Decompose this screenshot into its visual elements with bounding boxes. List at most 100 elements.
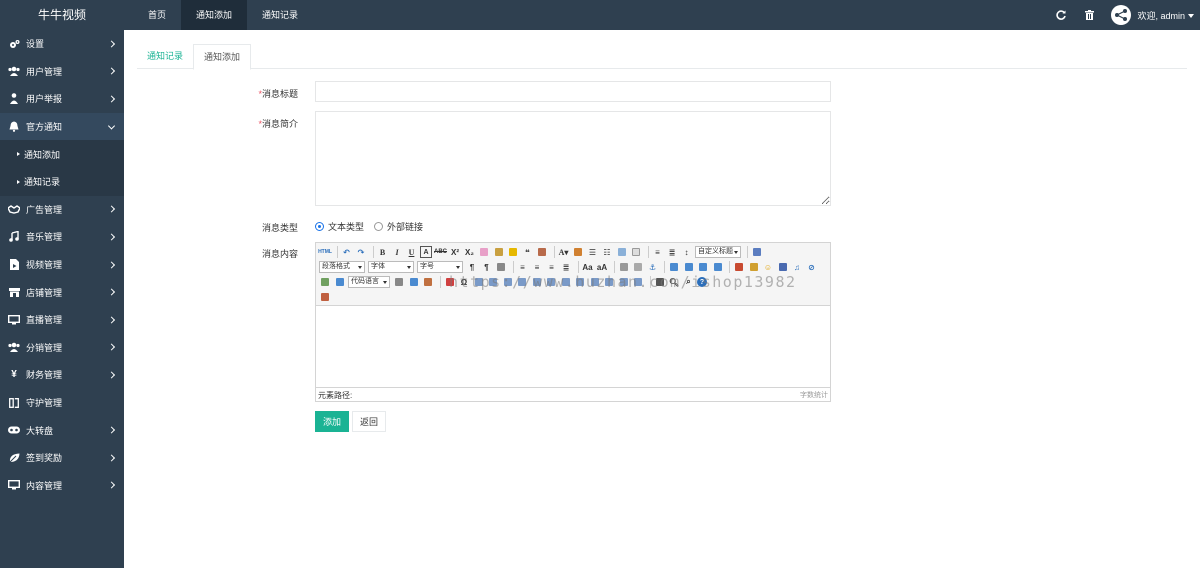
font-size-select[interactable]: 字号 [417, 261, 463, 273]
sidebar-item-videos[interactable]: 视频管理 [0, 251, 124, 279]
radio-external-link[interactable] [374, 222, 384, 231]
eraser-icon[interactable] [478, 246, 490, 258]
image-none-icon[interactable] [668, 261, 680, 273]
sidebar-item-checkin[interactable]: 签到奖励 [0, 444, 124, 472]
music-icon [8, 231, 20, 243]
simple-upload-icon[interactable] [733, 261, 745, 273]
tab-notice-records[interactable]: 通知记录 [137, 44, 193, 69]
image-right-icon[interactable] [697, 261, 709, 273]
main-content: 通知记录 通知添加 *消息标题 *消息简介 消息类型 文本类型 外部链接 消息内… [124, 30, 1200, 568]
sidebar-item-music[interactable]: 音乐管理 [0, 223, 124, 251]
clear-doc-icon[interactable] [630, 246, 642, 258]
emotion-icon[interactable]: ☺ [762, 261, 774, 273]
insert-video-icon[interactable] [777, 261, 789, 273]
trash-icon[interactable] [1075, 0, 1103, 30]
italic-icon[interactable]: I [391, 246, 403, 258]
unordered-list-icon[interactable]: ☷ [601, 246, 613, 258]
sidebar-item-ads[interactable]: 广告管理 [0, 196, 124, 224]
font-color-icon[interactable]: A▾ [558, 246, 570, 258]
message-title-input[interactable] [315, 81, 831, 102]
user-report-icon [8, 93, 20, 105]
nav-notice-records[interactable]: 通知记录 [247, 0, 313, 30]
back-button[interactable]: 返回 [352, 411, 386, 432]
sidebar-item-official-notice[interactable]: 官方通知 [0, 112, 124, 141]
chevron-right-icon [107, 40, 116, 48]
link-icon[interactable] [618, 261, 630, 273]
map-icon[interactable] [319, 276, 331, 288]
undo-icon[interactable]: ↶ [341, 246, 353, 258]
message-intro-textarea[interactable] [315, 111, 831, 206]
align-right-icon[interactable]: ≡ [546, 261, 558, 273]
row-spacing-top-icon[interactable]: ≡ [652, 246, 664, 258]
unlink-icon[interactable] [632, 261, 644, 273]
radio-external-link-label[interactable]: 外部链接 [387, 220, 423, 233]
indent-icon[interactable] [495, 261, 507, 273]
format-brush-icon[interactable] [493, 246, 505, 258]
to-lowercase-icon[interactable]: aA [596, 261, 608, 273]
video-file-icon [8, 259, 20, 271]
sidebar-item-distribution[interactable]: 分销管理 [0, 334, 124, 362]
direction-ltr-icon[interactable]: ¶ [466, 261, 478, 273]
drafts-icon[interactable] [319, 291, 331, 303]
font-family-select[interactable]: 字体 [368, 261, 414, 273]
subscript-icon[interactable]: X₂ [464, 246, 476, 258]
underline-icon[interactable]: U [406, 246, 418, 258]
code-language-select[interactable]: 代码语言 [348, 276, 390, 288]
sidebar-item-user-report[interactable]: 用户举报 [0, 85, 124, 113]
nav-notice-add[interactable]: 通知添加 [181, 0, 248, 30]
sidebar-item-users[interactable]: 用户管理 [0, 58, 124, 86]
align-left-icon[interactable]: ≡ [517, 261, 529, 273]
sidebar-item-guard[interactable]: 守护管理 [0, 389, 124, 417]
refresh-icon[interactable] [1047, 0, 1075, 30]
redo-icon[interactable]: ↷ [355, 246, 367, 258]
align-justify-icon[interactable]: ≣ [560, 261, 572, 273]
sidebar-item-wheel[interactable]: 大转盘 [0, 416, 124, 444]
fullscreen-icon[interactable] [751, 246, 763, 258]
select-all-icon[interactable] [616, 246, 628, 258]
radio-text-type[interactable] [315, 222, 324, 231]
add-button[interactable]: 添加 [315, 411, 349, 432]
font-border-icon[interactable]: A [420, 246, 432, 258]
sidebar-item-settings[interactable]: 设置 [0, 30, 124, 58]
music-note-icon[interactable]: ♫ [791, 261, 803, 273]
line-height-icon[interactable]: ↕ [681, 246, 693, 258]
align-center-icon[interactable]: ≡ [531, 261, 543, 273]
ordered-list-icon[interactable]: ☰ [587, 246, 599, 258]
image-left-icon[interactable] [683, 261, 695, 273]
quote-icon[interactable]: ❝ [522, 246, 534, 258]
row-spacing-bottom-icon[interactable]: ≣ [666, 246, 678, 258]
sidebar-item-shop[interactable]: 店铺管理 [0, 278, 124, 306]
superscript-icon[interactable]: X² [449, 246, 461, 258]
attachment-icon[interactable]: ⊘ [806, 261, 818, 273]
user-menu[interactable]: 欢迎, admin [1137, 9, 1194, 22]
sidebar-label: 大转盘 [26, 425, 54, 436]
html-source-icon[interactable]: HTML [318, 246, 332, 258]
radio-text-type-label[interactable]: 文本类型 [328, 220, 364, 233]
to-uppercase-icon[interactable]: Aa [582, 261, 594, 273]
share-avatar-icon[interactable] [1111, 5, 1132, 25]
background-icon[interactable] [422, 276, 434, 288]
background-color-icon[interactable] [572, 246, 584, 258]
insert-image-icon[interactable] [748, 261, 760, 273]
anchor-icon[interactable]: ⚓ [647, 261, 659, 273]
toolbar-separator [336, 246, 338, 258]
auto-format-icon[interactable] [507, 246, 519, 258]
direction-rtl-icon[interactable]: ¶ [481, 261, 493, 273]
page-break-icon[interactable] [393, 276, 405, 288]
bold-icon[interactable]: B [377, 246, 389, 258]
sidebar-item-content[interactable]: 内容管理 [0, 472, 124, 500]
nav-home[interactable]: 首页 [133, 0, 181, 30]
insert-frame-icon[interactable] [334, 276, 346, 288]
image-center-icon[interactable] [712, 261, 724, 273]
editor-content-area[interactable] [316, 307, 830, 388]
paste-plain-icon[interactable] [536, 246, 548, 258]
sidebar-sub-notice-records[interactable]: 通知记录 [0, 167, 124, 196]
strikethrough-icon[interactable]: ABC [434, 246, 447, 258]
tab-notice-add[interactable]: 通知添加 [193, 44, 252, 70]
sidebar-sub-notice-add[interactable]: 通知添加 [0, 140, 124, 168]
paragraph-format-select[interactable]: 段落格式 [319, 261, 365, 273]
custom-title-select[interactable]: 自定义标题 [695, 246, 741, 258]
template-icon[interactable] [408, 276, 420, 288]
sidebar-item-finance[interactable]: ¥ 财务管理 [0, 361, 124, 389]
sidebar-item-live[interactable]: 直播管理 [0, 306, 124, 334]
